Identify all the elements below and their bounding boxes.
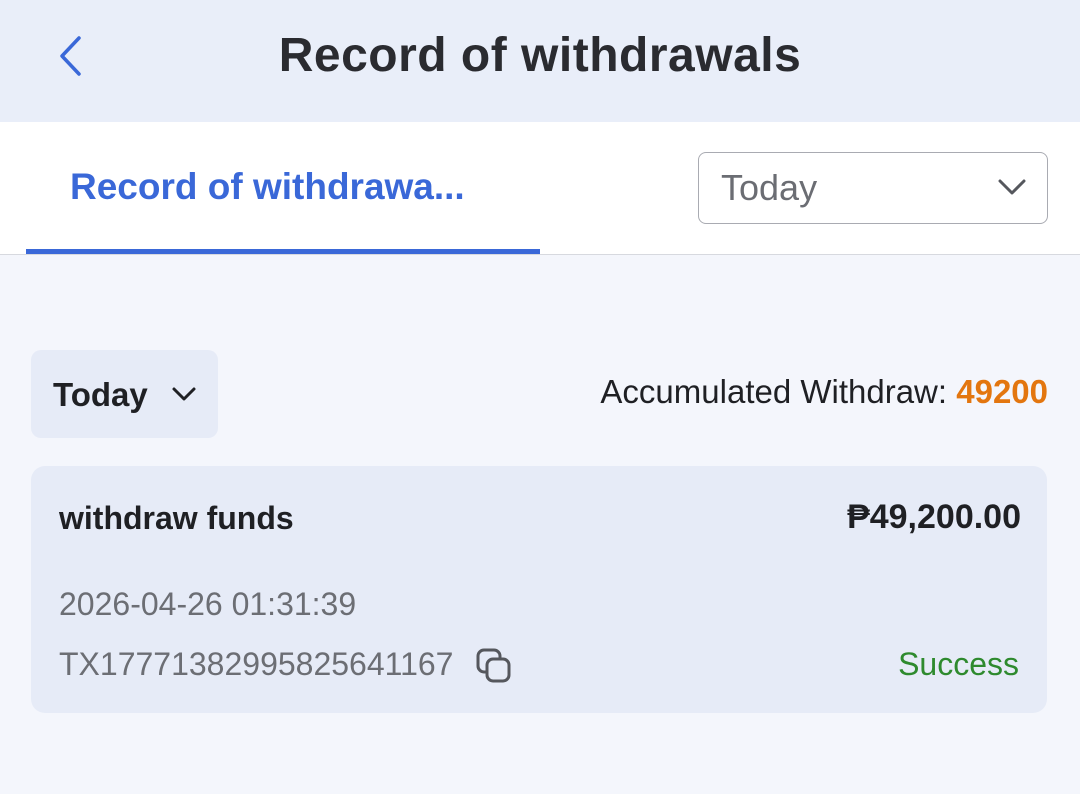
accumulated-withdraw-value: 49200 xyxy=(956,373,1048,410)
accumulated-withdraw: Accumulated Withdraw: 49200 xyxy=(600,373,1048,411)
record-status: Success xyxy=(898,646,1019,682)
tab-label: Record of withdrawa... xyxy=(70,166,465,207)
withdrawal-record-card[interactable]: withdraw funds ₱49,200.00 2026-04-26 01:… xyxy=(31,466,1047,713)
copy-icon xyxy=(476,648,511,683)
accumulated-withdraw-label: Accumulated Withdraw: xyxy=(600,373,957,410)
record-amount: ₱49,200.00 xyxy=(847,498,1021,536)
record-transaction-id: TX1777138299582564116​7 xyxy=(59,646,454,682)
date-filter-label: Today xyxy=(53,376,148,413)
date-filter-chip[interactable]: Today xyxy=(31,350,218,438)
tab-bar: Record of withdrawa... Today xyxy=(0,122,1080,255)
record-timestamp: 2026-04-26 01:31:39 xyxy=(59,586,357,622)
chevron-down-icon xyxy=(998,179,1026,195)
tab-record-of-withdrawals[interactable]: Record of withdrawa... xyxy=(26,122,540,254)
page-title: Record of withdrawals xyxy=(278,29,802,82)
tab-underline xyxy=(26,249,540,254)
header: Record of withdrawals xyxy=(0,0,1080,122)
date-range-select[interactable]: Today xyxy=(698,152,1048,224)
date-range-value: Today xyxy=(721,167,818,208)
copy-button[interactable] xyxy=(474,646,514,686)
chevron-down-icon xyxy=(172,387,196,401)
record-type: withdraw funds xyxy=(59,500,294,536)
